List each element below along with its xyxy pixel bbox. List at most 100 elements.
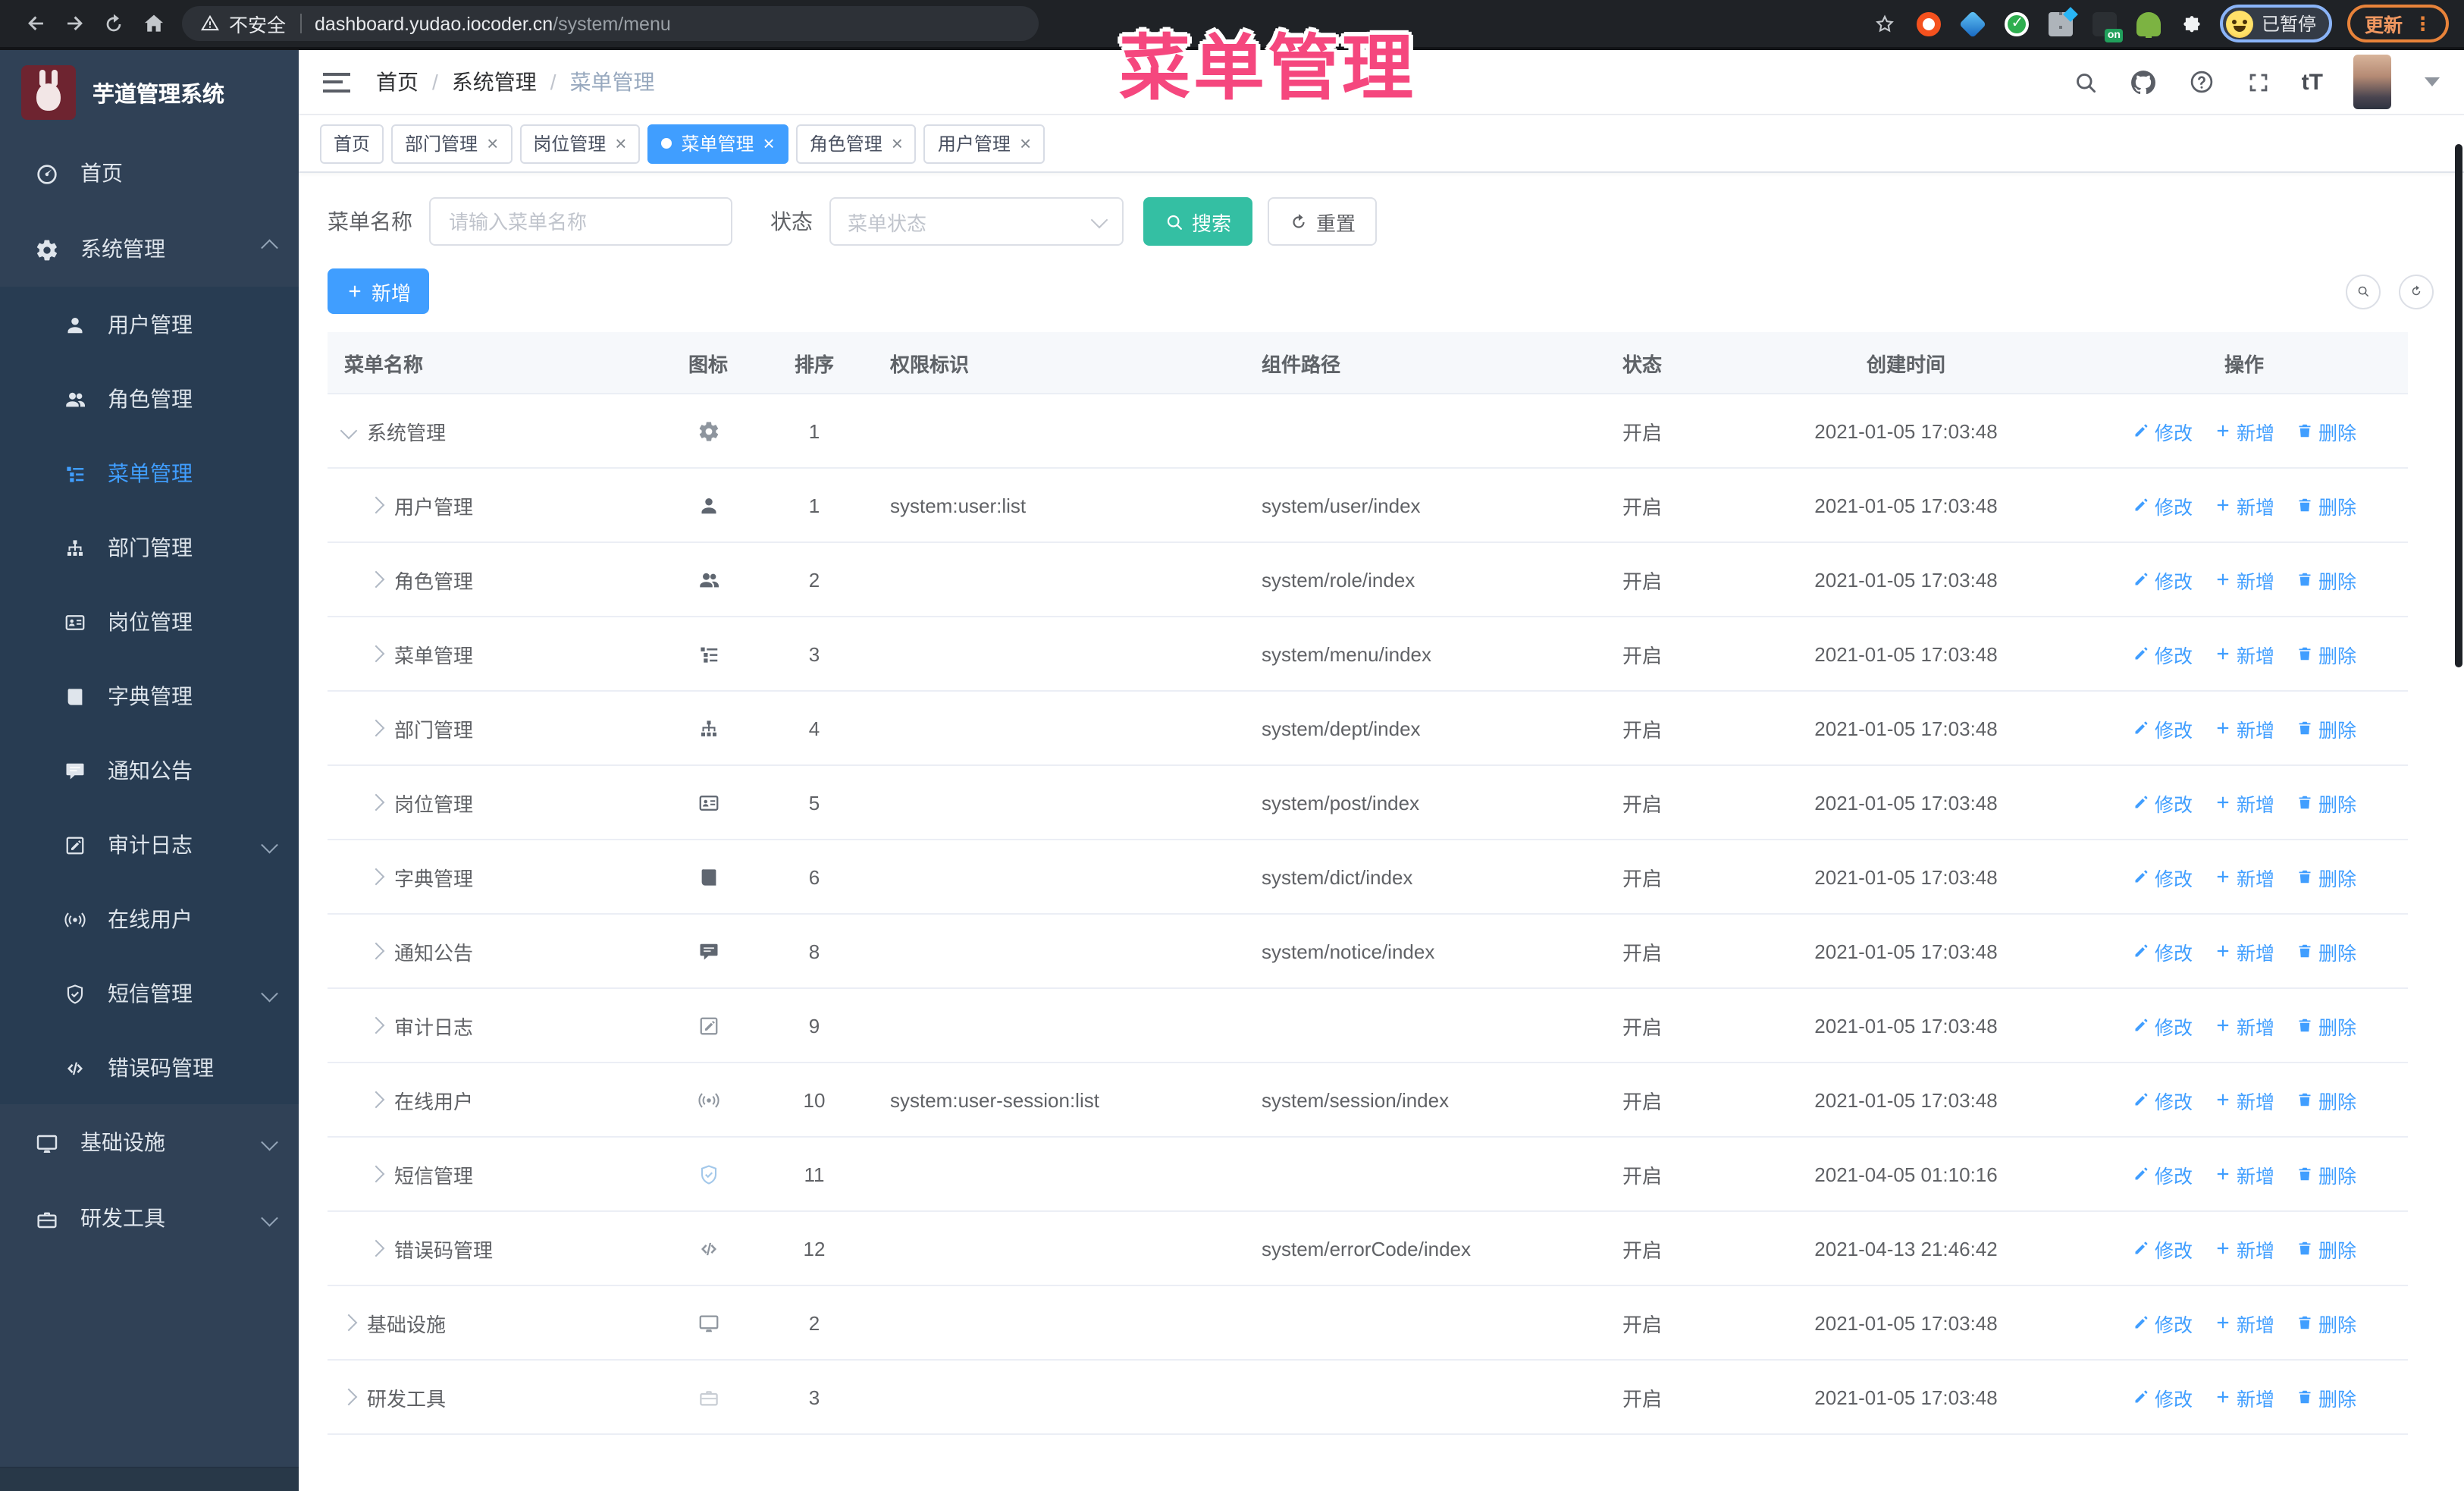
delete-link[interactable]: 删除 — [2296, 714, 2356, 742]
tab-close-icon[interactable]: × — [487, 133, 498, 153]
sidebar-item-字典管理[interactable]: 字典管理 — [0, 658, 299, 733]
add-link[interactable]: 新增 — [2214, 416, 2274, 445]
extension-grid-icon[interactable] — [2049, 11, 2074, 36]
refresh-table-button[interactable] — [2399, 274, 2434, 309]
header-search-icon[interactable] — [2073, 69, 2099, 95]
delete-link[interactable]: 删除 — [2296, 639, 2356, 668]
sidebar-toggle-icon[interactable] — [323, 72, 350, 92]
extension-orange-icon[interactable] — [1917, 11, 1942, 36]
toggle-search-button[interactable] — [2346, 274, 2381, 309]
github-icon[interactable] — [2129, 67, 2158, 96]
extension-tampermonkey-icon[interactable]: on — [2093, 11, 2124, 42]
tree-expand-icon[interactable] — [367, 1239, 385, 1257]
tree-expand-icon[interactable] — [367, 1016, 385, 1034]
tab-close-icon[interactable]: × — [763, 133, 775, 153]
delete-link[interactable]: 删除 — [2296, 1308, 2356, 1337]
breadcrumb-item[interactable]: 首页 — [376, 67, 419, 97]
tree-expand-icon[interactable] — [367, 496, 385, 514]
edit-link[interactable]: 修改 — [2132, 1160, 2193, 1188]
add-link[interactable]: 新增 — [2214, 1011, 2274, 1040]
add-link[interactable]: 新增 — [2214, 565, 2274, 594]
font-size-icon[interactable]: tT — [2302, 69, 2323, 95]
add-link[interactable]: 新增 — [2214, 937, 2274, 965]
extension-key-icon[interactable] — [2136, 11, 2161, 37]
sidebar-item-在线用户[interactable]: 在线用户 — [0, 881, 299, 956]
edit-link[interactable]: 修改 — [2132, 937, 2193, 965]
tree-expand-icon[interactable] — [367, 793, 385, 811]
sidebar-item-基础设施[interactable]: 基础设施 — [0, 1104, 299, 1180]
sidebar-logo-row[interactable]: 芋道管理系统 — [0, 50, 299, 135]
delete-link[interactable]: 删除 — [2296, 937, 2356, 965]
tree-expand-icon[interactable] — [367, 645, 385, 663]
tree-expand-icon[interactable] — [340, 1388, 358, 1406]
tree-expand-icon[interactable] — [340, 422, 358, 440]
tree-expand-icon[interactable] — [367, 868, 385, 886]
tab-用户管理[interactable]: 用户管理 × — [923, 124, 1045, 163]
tab-菜单管理[interactable]: 菜单管理 × — [647, 124, 788, 163]
browser-update-button[interactable]: 更新 ⋮ — [2347, 5, 2449, 42]
menu-name-input[interactable] — [429, 197, 732, 246]
edit-link[interactable]: 修改 — [2132, 788, 2193, 817]
add-link[interactable]: 新增 — [2214, 788, 2274, 817]
add-link[interactable]: 新增 — [2214, 1308, 2274, 1337]
sidebar-item-系统管理[interactable]: 系统管理 — [0, 211, 299, 287]
browser-menu-dots-icon[interactable]: ⋮ — [2413, 12, 2432, 35]
delete-link[interactable]: 删除 — [2296, 862, 2356, 891]
sidebar-item-部门管理[interactable]: 部门管理 — [0, 510, 299, 584]
user-avatar[interactable] — [2353, 55, 2391, 109]
add-link[interactable]: 新增 — [2214, 1383, 2274, 1411]
page-scrollbar-thumb[interactable] — [2455, 144, 2462, 667]
sidebar-item-岗位管理[interactable]: 岗位管理 — [0, 584, 299, 658]
edit-link[interactable]: 修改 — [2132, 714, 2193, 742]
tree-expand-icon[interactable] — [340, 1314, 358, 1332]
add-link[interactable]: 新增 — [2214, 491, 2274, 519]
edit-link[interactable]: 修改 — [2132, 1234, 2193, 1263]
browser-home-button[interactable] — [133, 4, 173, 43]
extension-gem-icon[interactable] — [1959, 9, 1988, 38]
browser-back-button[interactable] — [15, 4, 55, 43]
reset-button[interactable]: 重置 — [1268, 197, 1378, 246]
delete-link[interactable]: 删除 — [2296, 1234, 2356, 1263]
tree-expand-icon[interactable] — [367, 1165, 385, 1183]
search-button[interactable]: 搜索 — [1143, 197, 1253, 246]
delete-link[interactable]: 删除 — [2296, 1011, 2356, 1040]
tree-expand-icon[interactable] — [367, 719, 385, 737]
add-button[interactable]: 新增 — [328, 268, 430, 314]
tab-close-icon[interactable]: × — [1020, 133, 1031, 153]
delete-link[interactable]: 删除 — [2296, 1085, 2356, 1114]
tree-expand-icon[interactable] — [367, 942, 385, 960]
tab-close-icon[interactable]: × — [615, 133, 626, 153]
tab-角色管理[interactable]: 角色管理 × — [795, 124, 917, 163]
delete-link[interactable]: 删除 — [2296, 1383, 2356, 1411]
sidebar-item-审计日志[interactable]: 审计日志 — [0, 807, 299, 881]
edit-link[interactable]: 修改 — [2132, 1383, 2193, 1411]
extension-check-icon[interactable]: ✓ — [2005, 11, 2030, 36]
edit-link[interactable]: 修改 — [2132, 1011, 2193, 1040]
tree-expand-icon[interactable] — [367, 1091, 385, 1109]
fullscreen-icon[interactable] — [2246, 69, 2271, 95]
sidebar-item-研发工具[interactable]: 研发工具 — [0, 1180, 299, 1256]
tab-首页[interactable]: 首页 — [320, 124, 384, 163]
address-bar[interactable]: 不安全 dashboard.yudao.iocoder.cn /system/m… — [182, 6, 1039, 41]
edit-link[interactable]: 修改 — [2132, 862, 2193, 891]
help-icon[interactable] — [2188, 68, 2215, 96]
sidebar-item-错误码管理[interactable]: 错误码管理 — [0, 1030, 299, 1104]
edit-link[interactable]: 修改 — [2132, 1085, 2193, 1114]
sidebar-item-菜单管理[interactable]: 菜单管理 — [0, 435, 299, 510]
delete-link[interactable]: 删除 — [2296, 1160, 2356, 1188]
browser-profile-button[interactable]: 已暂停 — [2220, 5, 2333, 42]
add-link[interactable]: 新增 — [2214, 639, 2274, 668]
sidebar-item-短信管理[interactable]: 短信管理 — [0, 956, 299, 1030]
user-menu-caret-icon[interactable] — [2425, 77, 2440, 86]
delete-link[interactable]: 删除 — [2296, 565, 2356, 594]
browser-forward-button[interactable] — [55, 4, 94, 43]
edit-link[interactable]: 修改 — [2132, 1308, 2193, 1337]
sidebar-item-通知公告[interactable]: 通知公告 — [0, 733, 299, 807]
add-link[interactable]: 新增 — [2214, 714, 2274, 742]
edit-link[interactable]: 修改 — [2132, 639, 2193, 668]
add-link[interactable]: 新增 — [2214, 862, 2274, 891]
browser-reload-button[interactable] — [94, 4, 133, 43]
tab-岗位管理[interactable]: 岗位管理 × — [519, 124, 641, 163]
delete-link[interactable]: 删除 — [2296, 788, 2356, 817]
edit-link[interactable]: 修改 — [2132, 565, 2193, 594]
